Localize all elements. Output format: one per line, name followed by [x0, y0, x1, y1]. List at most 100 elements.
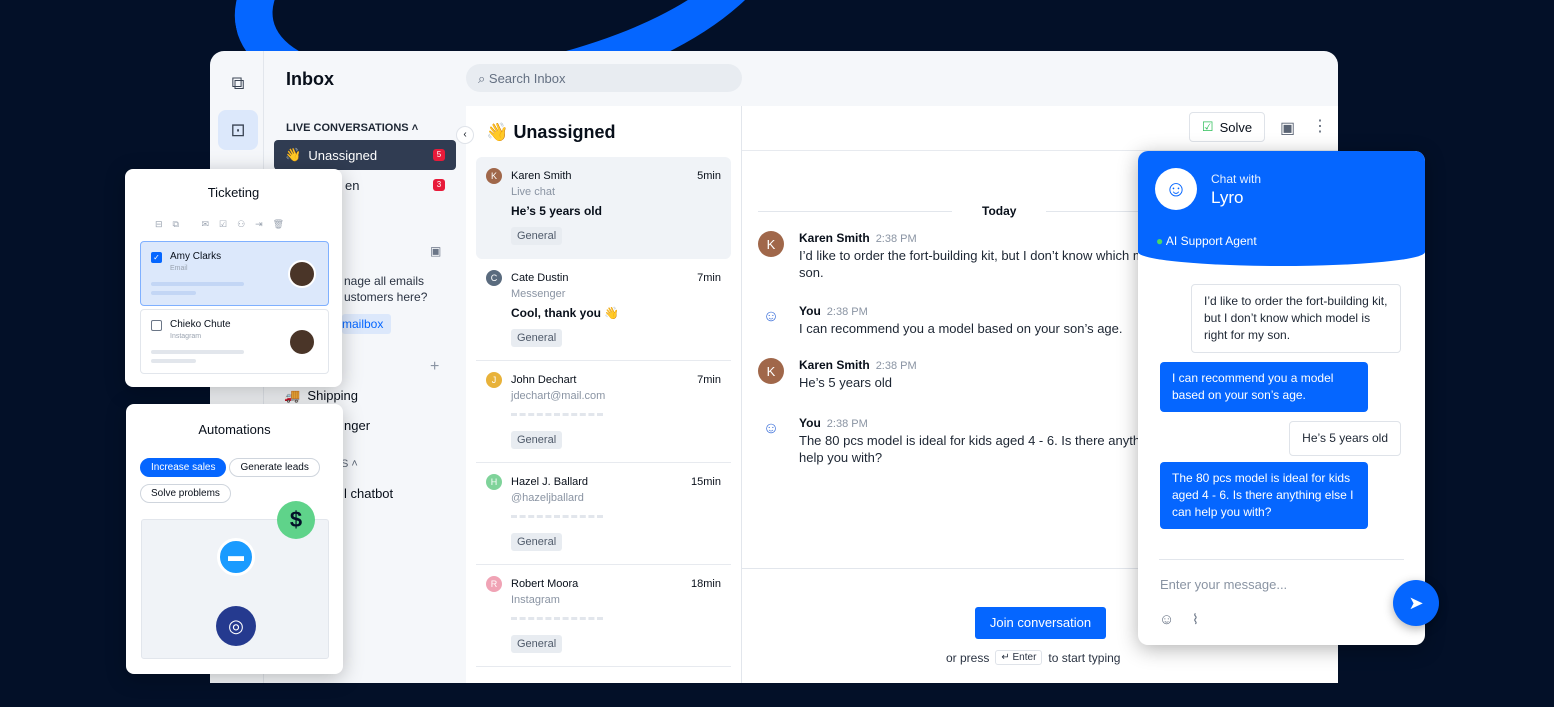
contact-name: Hazel J. Ballard — [511, 476, 589, 488]
placeholder-line — [151, 291, 196, 295]
wave-icon: 👋 — [285, 147, 302, 162]
placeholder-line — [151, 359, 196, 363]
attachment-icon[interactable]: ⌇ — [1192, 611, 1199, 628]
time: 15min — [691, 476, 721, 488]
sidebar-item-messenger[interactable]: nger — [344, 418, 370, 433]
conversation-item[interactable]: J John Dechart 7min jdechart@mail.com Ge… — [476, 361, 731, 463]
placeholder-line — [511, 515, 603, 518]
conversation-item[interactable]: R Robert Moora 18min Instagram General — [476, 565, 731, 667]
placeholder-line — [151, 282, 244, 286]
timestamp: 2:38 PM — [875, 233, 917, 245]
message-text: I can recommend you a model based on you… — [799, 321, 1123, 336]
enter-key: ↵ Enter — [995, 650, 1043, 665]
timestamp: 2:38 PM — [826, 418, 868, 430]
typing-hint: or press ↵ Enter to start typing — [946, 650, 1120, 665]
ticket-icon[interactable]: ▣ — [430, 244, 441, 258]
contact-name: Robert Moora — [511, 578, 579, 590]
promo-line: ustomers here? — [344, 290, 428, 304]
logo-icon[interactable]: ⧉ — [218, 63, 258, 103]
section-2[interactable]: S ˄ — [341, 458, 358, 470]
card-title: Ticketing — [207, 185, 260, 200]
search-input[interactable]: ⌕ Search Inbox — [466, 64, 742, 92]
avatar: C — [486, 270, 502, 286]
bot-icon: ☺ — [762, 420, 780, 437]
inbox-icon[interactable]: ⊡ — [218, 110, 258, 150]
sidebar-item-label: Unassigned — [308, 147, 378, 163]
join-conversation-button[interactable]: Join conversation — [975, 607, 1106, 639]
contact-name: John Dechart — [511, 374, 577, 386]
emoji-icon[interactable]: ☺ — [1159, 611, 1174, 628]
avatar — [288, 260, 316, 288]
tag: General — [511, 533, 563, 551]
agent-status: ● AI Support Agent — [1156, 234, 1257, 248]
last-message: He’s 5 years old — [511, 204, 602, 218]
conversation-item[interactable]: K Karen Smith 5min Live chat He’s 5 year… — [476, 157, 731, 259]
send-button[interactable]: ➤ — [1393, 580, 1439, 626]
last-message: Cool, thank you 👋 — [511, 306, 620, 320]
count-badge: 5 — [433, 149, 445, 161]
agent-name: Lyro — [1211, 188, 1244, 207]
message-input[interactable]: Enter your message... — [1160, 577, 1287, 592]
conversation-item[interactable]: C Cate Dustin 7min Messenger Cool, thank… — [476, 259, 731, 361]
robot-icon: ☺ — [1155, 168, 1197, 210]
list-title: 👋 Unassigned — [466, 106, 741, 157]
chat-bubble-icon: ▬ — [217, 538, 255, 576]
list-title-text: Unassigned — [513, 122, 616, 142]
placeholder-line — [151, 350, 244, 354]
avatar: K — [758, 358, 784, 384]
time: 7min — [697, 272, 721, 284]
sidebar-item-unassigned[interactable]: 👋 Unassigned 5 — [274, 140, 456, 170]
connect-mailbox-button[interactable]: mailbox — [342, 314, 392, 334]
automation-chip[interactable]: Solve problems — [140, 484, 231, 503]
section-live-conversations[interactable]: LIVE CONVERSATIONS ˄ — [264, 106, 466, 140]
avatar — [288, 328, 316, 356]
online-dot: ● — [1156, 234, 1164, 248]
placeholder-line — [511, 617, 603, 620]
user-bubble: I’d like to order the fort-building kit,… — [1191, 284, 1401, 353]
channel: Instagram — [511, 594, 560, 606]
sidebar-item-label: Shipping — [307, 388, 359, 403]
ticket-name: Chieko Chute — [170, 319, 231, 330]
contact-name: Cate Dustin — [511, 272, 569, 284]
lyro-chat-widget: ☺ Chat with Lyro ● AI Support Agent I’d … — [1138, 151, 1425, 645]
solve-button[interactable]: ☑ Solve — [1189, 112, 1265, 142]
timestamp: 2:38 PM — [875, 360, 917, 372]
placeholder-line — [511, 413, 603, 416]
tag: General — [511, 329, 563, 347]
channel: jdechart@mail.com — [511, 390, 606, 402]
flow-diagram: ▬ ◎ — [141, 519, 329, 659]
ticket-toolbar-icons[interactable]: ⊟⧉ ✉☑⚇⇥🗑 — [155, 219, 294, 230]
ticket-icon[interactable]: ▣ — [1280, 118, 1295, 138]
sidebar-item-chatbot[interactable]: l chatbot — [344, 486, 393, 501]
avatar: H — [486, 474, 502, 490]
time: 7min — [697, 374, 721, 386]
timestamp: 2:38 PM — [826, 306, 868, 318]
automation-chip[interactable]: Generate leads — [229, 458, 320, 477]
time: 18min — [691, 578, 721, 590]
section-label: LIVE CONVERSATIONS — [286, 122, 409, 134]
hint-text: or press — [946, 650, 990, 665]
time: 5min — [697, 170, 721, 182]
add-icon[interactable]: + — [430, 358, 439, 376]
ticket-channel: Instagram — [170, 333, 202, 340]
message-text: He’s 5 years old — [799, 375, 892, 390]
more-icon[interactable]: ⋮ — [1312, 116, 1328, 136]
conversation-item[interactable]: H Hazel J. Ballard 15min @hazeljballard … — [476, 463, 731, 565]
checkbox[interactable] — [151, 320, 162, 331]
automation-chip[interactable]: Increase sales — [140, 458, 227, 477]
checkbox[interactable]: ✓ — [151, 252, 162, 263]
ticket-channel: Email — [170, 265, 188, 272]
sidebar-item-shipping[interactable]: 🚚 Shipping — [284, 388, 358, 404]
truck-icon: 🚚 — [284, 388, 301, 403]
count-badge: 3 — [433, 179, 445, 191]
user-bubble: He’s 5 years old — [1289, 421, 1401, 456]
ticket-item[interactable]: Chieko Chute Instagram — [140, 309, 329, 374]
collapse-button[interactable]: ‹ — [456, 126, 474, 144]
message-text: I’d like to order the fort-building kit,… — [799, 248, 1151, 280]
ticket-item[interactable]: ✓ Amy Clarks Email — [140, 241, 329, 306]
author: You — [799, 416, 821, 430]
card-title: Automations — [198, 422, 271, 437]
automations-card: Automations Increase sales Generate leads… — [126, 404, 343, 674]
message-text: The 80 pcs model is ideal for kids aged … — [799, 433, 1141, 465]
author: You — [799, 304, 821, 318]
